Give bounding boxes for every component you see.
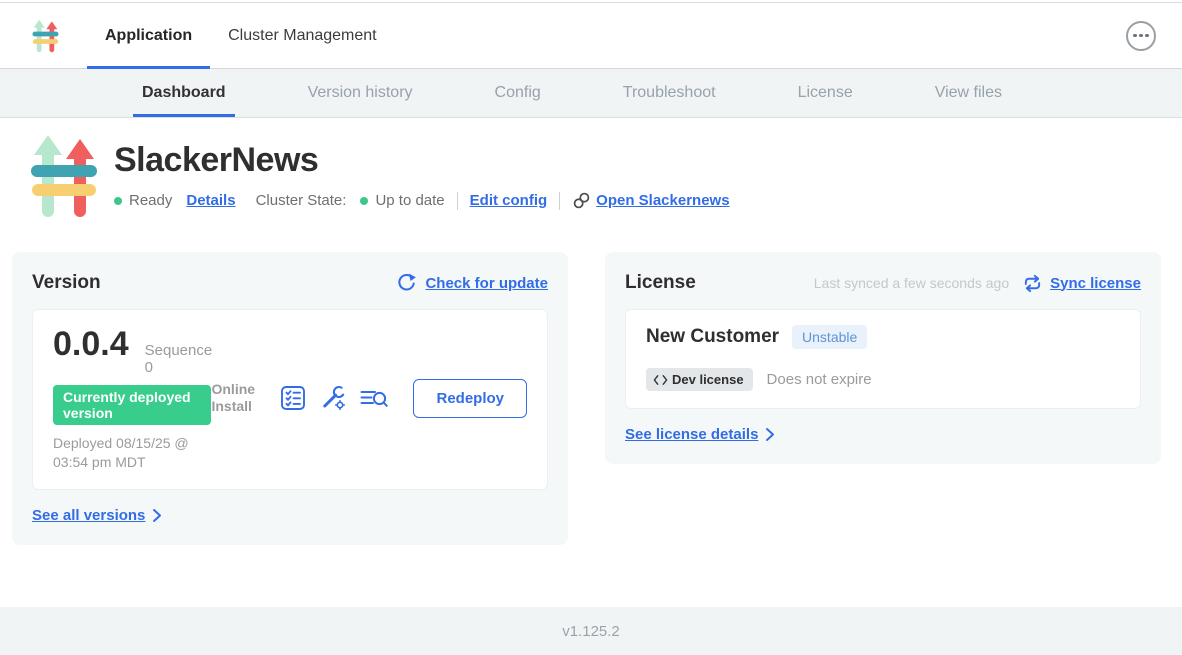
tab-cluster-management[interactable]: Cluster Management — [210, 3, 395, 68]
tab-application-label: Application — [105, 27, 192, 45]
version-card-title: Version — [32, 272, 101, 294]
channel-badge: Unstable — [792, 325, 867, 349]
redeploy-button[interactable]: Redeploy — [413, 379, 527, 418]
sync-icon — [1023, 274, 1042, 293]
console-version: v1.125.2 — [562, 623, 620, 640]
page-title: SlackerNews — [114, 141, 730, 180]
license-card-title: License — [625, 272, 696, 294]
tab-application[interactable]: Application — [87, 3, 210, 68]
version-number: 0.0.4 — [53, 325, 129, 364]
subnav-item-dashboard[interactable]: Dashboard — [139, 69, 229, 117]
app-status-row: Ready Details Cluster State: Up to date … — [114, 191, 730, 210]
current-version-panel: 0.0.4 Sequence 0 Currently deployed vers… — [32, 309, 548, 490]
install-type-label: Online Install — [211, 381, 265, 416]
license-type-badge: Dev license — [646, 368, 753, 391]
deployed-timestamp: Deployed 08/15/25 @ 03:54 pm MDT — [53, 434, 211, 472]
view-logs-icon[interactable] — [360, 386, 388, 410]
see-license-details-link[interactable]: See license details — [625, 426, 775, 443]
subnav-item-config[interactable]: Config — [492, 69, 544, 117]
sync-license-link[interactable]: Sync license — [1050, 275, 1141, 292]
app-status-text: Ready — [129, 192, 172, 209]
cluster-state-label: Cluster State: — [256, 192, 347, 209]
chevron-right-icon — [765, 427, 775, 442]
top-nav: Application Cluster Management — [87, 3, 395, 68]
ellipsis-icon — [1133, 34, 1137, 38]
subnav-item-version-history[interactable]: Version history — [305, 69, 416, 117]
page-footer: v1.125.2 — [0, 607, 1182, 655]
open-app-link[interactable]: Open Slackernews — [572, 191, 729, 210]
subnav-item-troubleshoot[interactable]: Troubleshoot — [620, 69, 719, 117]
main-header: Application Cluster Management — [0, 3, 1182, 69]
version-card: Version Check for update 0.0.4 Sequence … — [12, 252, 568, 545]
divider — [457, 192, 458, 210]
cluster-status-dot-icon — [360, 197, 368, 205]
subnav-item-view-files[interactable]: View files — [932, 69, 1005, 117]
app-subnav: Dashboard Version history Config Trouble… — [0, 69, 1182, 118]
edit-config-link[interactable]: Edit config — [470, 192, 548, 209]
license-card: License Last synced a few seconds ago Sy… — [605, 252, 1161, 464]
code-brackets-icon — [653, 374, 668, 386]
status-details-link[interactable]: Details — [186, 192, 235, 209]
divider — [559, 192, 560, 210]
see-all-versions-link[interactable]: See all versions — [32, 507, 162, 524]
cluster-state-value: Up to date — [375, 192, 444, 209]
app-logo-icon — [32, 19, 59, 53]
app-logo-large-icon — [30, 133, 98, 224]
dashboard-cards: Version Check for update 0.0.4 Sequence … — [0, 224, 1182, 545]
app-hero: SlackerNews Ready Details Cluster State:… — [0, 118, 1182, 224]
check-for-update-link[interactable]: Check for update — [425, 275, 548, 292]
chevron-right-icon — [152, 508, 162, 523]
customer-name: New Customer — [646, 326, 779, 348]
tab-cluster-management-label: Cluster Management — [228, 27, 377, 45]
preflight-checks-icon[interactable] — [280, 385, 306, 411]
refresh-icon — [396, 273, 417, 294]
chain-link-icon — [572, 191, 591, 210]
license-info-panel: New Customer Unstable Dev license Does n… — [625, 309, 1141, 409]
subnav-item-license[interactable]: License — [795, 69, 856, 117]
sequence-label: Sequence 0 — [145, 342, 213, 376]
more-menu-button[interactable] — [1126, 21, 1156, 51]
license-expiration: Does not expire — [767, 371, 872, 388]
deployed-status-badge: Currently deployed version — [53, 385, 211, 425]
ready-status-dot-icon — [114, 197, 122, 205]
last-synced-text: Last synced a few seconds ago — [814, 275, 1009, 291]
edit-config-icon[interactable] — [320, 385, 346, 411]
